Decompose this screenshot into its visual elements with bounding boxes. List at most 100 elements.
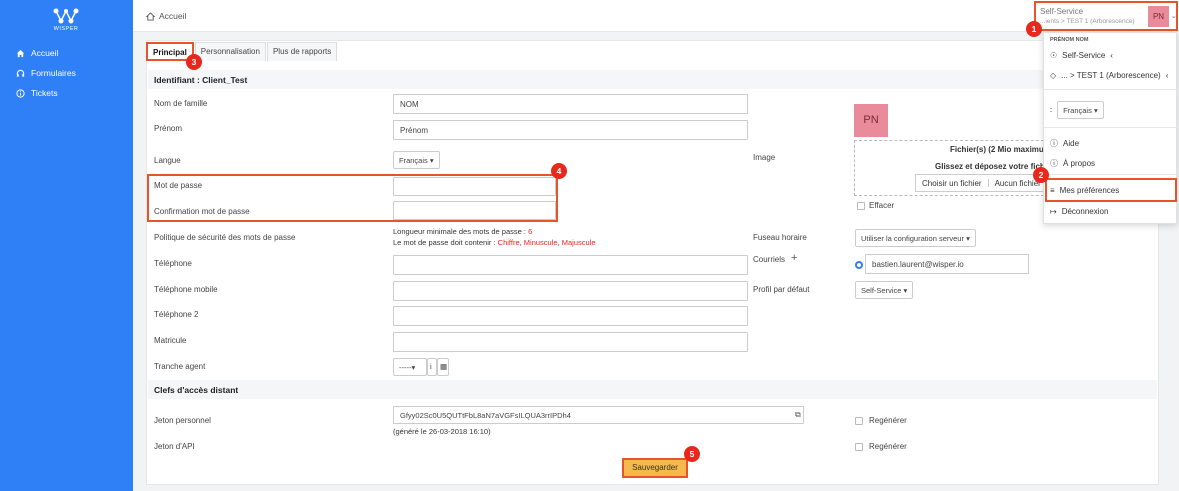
must-contain-text: Le mot de passe doit contenir : (393, 238, 496, 247)
menu-divider (1044, 89, 1178, 90)
email-field[interactable]: bastien.laurent@wisper.io (865, 254, 1029, 274)
info-icon[interactable]: i (427, 358, 437, 376)
phone-field[interactable] (393, 255, 748, 275)
first-name-label: Prénom (154, 124, 183, 133)
book-icon[interactable]: ▦ (437, 358, 449, 376)
caret-down-icon: ▾ (966, 234, 970, 243)
avatar[interactable]: PN (1148, 6, 1169, 27)
erase-checkbox[interactable] (857, 202, 865, 210)
sidebar-item-accueil[interactable]: Accueil (16, 48, 58, 58)
files-title: Fichier(s) (2 Mio maximum) (950, 145, 1054, 154)
menu-help[interactable]: ⓘ Aide (1050, 138, 1079, 149)
identifier-header: Identifiant : Client_Test (148, 70, 1157, 89)
step-badge-1: 1 (1026, 21, 1042, 37)
mobile-field[interactable] (393, 281, 748, 301)
menu-entity-switch[interactable]: ◇ ... > TEST 1 (Arborescence) ‹ (1050, 71, 1168, 80)
password-label: Mot de passe (154, 181, 203, 190)
language-select-value: Français (399, 156, 428, 165)
caret-down-icon: ▾ (429, 156, 434, 165)
req-lowercase: Minuscule (523, 238, 558, 247)
layers-icon: ◇ (1050, 71, 1057, 80)
user-menu-toggle[interactable]: Self-Service ...ients > TEST 1 (Arboresc… (1034, 1, 1178, 31)
personal-token-field[interactable]: Gfyy02Sc0U5QUTtFbL8aN7aVGFsILQUA3rrIPDh4 (393, 406, 804, 424)
sidebar-item-label: Formulaires (31, 68, 76, 78)
timezone-value: Utiliser la configuration serveur (861, 234, 964, 243)
menu-logout[interactable]: ↦ Déconnexion (1050, 207, 1108, 216)
req-digit: Chiffre (497, 238, 520, 247)
agent-slot-value: ----- (399, 363, 412, 372)
agent-slot-select[interactable]: -----▾ (393, 358, 427, 376)
email-default-radio[interactable] (855, 261, 863, 269)
last-name-label: Nom de famille (154, 99, 208, 108)
home-icon (146, 11, 155, 21)
language-select[interactable]: Français ▾ (393, 151, 440, 169)
tab-plus-de-rapports[interactable]: Plus de rapports (266, 42, 338, 61)
profile-avatar: PN (854, 104, 888, 137)
sidebar-item-formulaires[interactable]: Formulaires (16, 68, 76, 78)
logout-icon: ↦ (1050, 207, 1057, 216)
headset-icon (16, 69, 25, 77)
tab-personnalisation[interactable]: Personnalisation (194, 42, 266, 61)
breadcrumb[interactable]: Accueil (146, 11, 186, 21)
step-badge-5: 5 (684, 446, 700, 462)
regenerate-personal-checkbox[interactable] (855, 417, 863, 425)
req-uppercase: Majuscule (561, 238, 596, 247)
wisper-logo[interactable]: WISPER (46, 8, 86, 32)
chevron-left-icon: ‹ (1110, 51, 1113, 60)
sliders-icon: ≡ (1050, 186, 1055, 195)
regenerate-api-label: Regénérer (869, 442, 907, 451)
menu-language-value: Français (1063, 106, 1092, 115)
phone2-label: Téléphone 2 (154, 310, 199, 319)
default-profile-select[interactable]: Self-Service ▾ (855, 281, 914, 299)
caret-down-icon: ▾ (903, 286, 908, 295)
min-length-value: 6 (528, 227, 533, 236)
copy-icon[interactable]: ⧉ (795, 410, 801, 420)
password-confirm-field[interactable] (393, 201, 556, 220)
image-label: Image (753, 153, 776, 162)
menu-preferences[interactable]: ≡ Mes préférences (1050, 186, 1119, 195)
matricule-label: Matricule (154, 336, 187, 345)
add-email-icon[interactable]: + (791, 252, 797, 264)
menu-about-label: À propos (1063, 159, 1096, 168)
menu-preferences-label: Mes préférences (1059, 186, 1120, 195)
menu-help-label: Aide (1063, 139, 1080, 148)
translate-icon: ∶ (1050, 105, 1053, 115)
api-token-label: Jeton d'API (154, 442, 195, 451)
breadcrumb-home[interactable]: Accueil (159, 11, 186, 21)
step-badge-4: 4 (551, 163, 567, 179)
phone2-field[interactable] (393, 306, 748, 326)
mobile-label: Téléphone mobile (154, 285, 218, 294)
file-drop-zone[interactable]: Fichier(s) (2 Mio maximum) Glissez et dé… (854, 140, 1054, 196)
logo-text: WISPER (53, 26, 79, 32)
chevron-down-icon[interactable]: ⌄ (1171, 12, 1177, 20)
erase-label: Effacer (869, 201, 895, 210)
default-profile-value: Self-Service (861, 286, 902, 295)
tab-bar: Principal Personnalisation Plus de rappo… (146, 42, 338, 61)
menu-divider (1044, 174, 1178, 175)
password-field[interactable] (393, 177, 556, 196)
menu-language-select[interactable]: Français ▾ (1057, 101, 1104, 119)
choose-file-button[interactable]: Choisir un fichier (922, 179, 982, 188)
caret-down-icon: ▾ (1093, 106, 1098, 115)
save-button[interactable]: Sauvegarder (622, 458, 688, 478)
language-label: Langue (154, 156, 181, 165)
sidebar-item-label: Tickets (31, 88, 58, 98)
help-icon: ⓘ (1050, 139, 1058, 148)
menu-entity-label: ... > TEST 1 (Arborescence) (1061, 71, 1161, 80)
timezone-select[interactable]: Utiliser la configuration serveur ▾ (855, 229, 976, 247)
user-dropdown-menu: PRÉNOM NOM ☉ Self-Service ‹ ◇ ... > TEST… (1043, 32, 1178, 224)
menu-logout-label: Déconnexion (1061, 207, 1109, 216)
remote-access-header: Clefs d'accès distant (148, 380, 1157, 399)
agent-slot-label: Tranche agent (154, 362, 206, 371)
matricule-field[interactable] (393, 332, 748, 352)
wisper-logo-icon (53, 8, 79, 24)
last-name-field[interactable]: NOM (393, 94, 748, 114)
user-switch-icon: ☉ (1050, 51, 1058, 60)
menu-profile-label: Self-Service (1062, 51, 1106, 60)
password-policy-requirements: Le mot de passe doit contenir : Chiffre,… (393, 238, 596, 247)
sidebar-item-tickets[interactable]: Tickets (16, 88, 58, 98)
regenerate-api-checkbox[interactable] (855, 443, 863, 451)
first-name-field[interactable]: Prénom (393, 120, 748, 140)
menu-profile-switch[interactable]: ☉ Self-Service ‹ (1050, 51, 1113, 60)
menu-about[interactable]: ⓘ À propos (1050, 158, 1095, 169)
